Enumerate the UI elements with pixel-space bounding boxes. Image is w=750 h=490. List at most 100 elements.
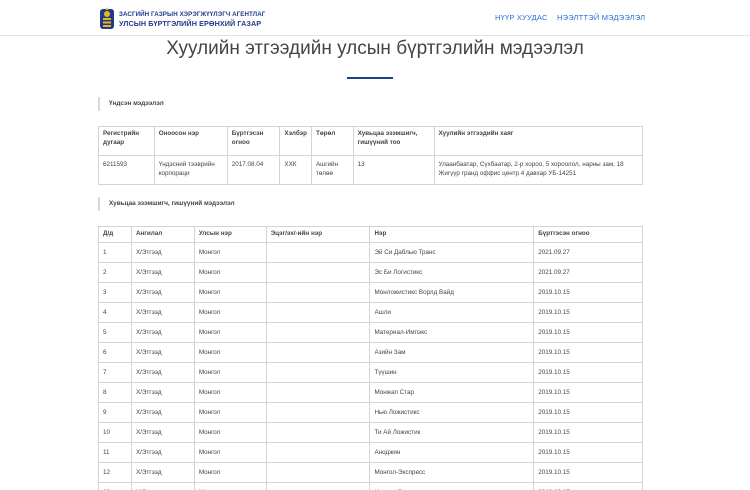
site-header: ЗАСГИЙН ГАЗРЫН ХЭРЭГЖҮҮЛЭГЧ АГЕНТЛАГ УЛС… — [0, 0, 750, 36]
country-cell: Монгол — [193, 402, 267, 423]
name-cell: Монжап Стар — [369, 382, 535, 403]
parent-name-cell — [265, 302, 371, 323]
parent-name-cell — [265, 442, 371, 463]
date-cell: 2019.10.15 — [533, 322, 643, 343]
col-country: Улсын нэр — [193, 226, 267, 243]
company-type: Ашгийн төлөө — [310, 155, 354, 185]
country-cell: Монгол — [193, 382, 267, 403]
date-cell: 2021.09.27 — [533, 262, 643, 283]
parent-name-cell — [265, 362, 371, 383]
table-row: 4 Х/Этгээд Монгол Ашли 2019.10.15 — [98, 302, 643, 323]
col-index: Д/д — [98, 226, 132, 243]
table-row: 3 Х/Этгээд Монгол Монложистикс Ворлд Вайд 20… — [98, 282, 643, 303]
category-cell: Х/Этгээд — [130, 242, 195, 263]
table-row: 7 Х/Этгээд Монгол Түүшин 2019.10.15 — [98, 362, 643, 383]
country-cell: Монгол — [193, 262, 267, 283]
nav-home-link[interactable]: НҮҮР ХУУДАС — [495, 13, 548, 22]
name-cell: Монгол-Экспресс — [369, 462, 535, 483]
category-cell: Х/Этгээд — [130, 402, 195, 423]
logo-text[interactable]: ЗАСГИЙН ГАЗРЫН ХЭРЭГЖҮҮЛЭГЧ АГЕНТЛАГ УЛС… — [119, 10, 265, 28]
company-form: ХХК — [279, 155, 312, 185]
parent-name-cell — [265, 342, 371, 363]
parent-name-cell — [265, 382, 371, 403]
basic-info-section-title: Үндсэн мэдээлэл — [98, 97, 164, 111]
name-cell: Аноджин — [369, 442, 535, 463]
basic-info-row: 6211593 Үндэсний тээврийн корпораци 2017… — [98, 155, 643, 185]
category-cell: Х/Этгээд — [130, 382, 195, 403]
date-cell: 2019.10.15 — [533, 402, 643, 423]
table-row: 9 Х/Этгээд Монгол Нью Ложистикс 2019.10.15 — [98, 402, 643, 423]
index-cell: 6 — [98, 342, 132, 363]
date-cell: 2019.10.15 — [533, 382, 643, 403]
date-cell: 2021.09.27 — [533, 242, 643, 263]
parent-name-cell — [265, 422, 371, 443]
company-address: Улаанбаатар, Сүхбаатар, 2-р хороо, 5 хор… — [433, 155, 643, 185]
country-cell: Монгол — [193, 482, 267, 490]
parent-name-cell — [265, 402, 371, 423]
name-cell: Монложистикс Ворлд Вайд — [369, 282, 535, 303]
category-cell: Х/Этгээд — [130, 322, 195, 343]
table-row: 10 Х/Этгээд Монгол Ти Ай Ложистик 2019.10.15 — [98, 422, 643, 443]
title-underline — [347, 77, 393, 79]
parent-name-cell — [265, 462, 371, 483]
table-row: 6 Х/Этгээд Монгол Азийн Зам 2019.10.15 — [98, 342, 643, 363]
table-row: 11 Х/Этгээд Монгол Аноджин 2019.10.15 — [98, 442, 643, 463]
basic-info-header-row: Регистрийн дугаар Оноосон нэр Бүртгэсэн … — [98, 126, 643, 156]
soyombo-emblem-icon[interactable] — [98, 5, 116, 31]
index-cell: 3 — [98, 282, 132, 303]
index-cell: 9 — [98, 402, 132, 423]
table-row: 12 Х/Этгээд Монгол Монгол-Экспресс 2019.10.1… — [98, 462, 643, 483]
col-registered-date: Бүртгэсэн огноо — [226, 126, 281, 156]
category-cell: Х/Этгээд — [130, 282, 195, 303]
index-cell: 1 — [98, 242, 132, 263]
category-cell: Х/Этгээд — [130, 422, 195, 443]
table-row: 2 Х/Этгээд Монгол Эс Би Логистикс 2021.09.27 — [98, 262, 643, 283]
shareholders-section-title: Хувьцаа эзэмшигч, гишүүний мэдээлэл — [98, 197, 235, 211]
shareholder-count: 13 — [352, 155, 435, 185]
category-cell: Х/Этгээд — [130, 462, 195, 483]
name-cell: Ти Ай Ложистик — [369, 422, 535, 443]
table-row: 1 Х/Этгээд Монгол Эй Си Даблью Транс 2021.09… — [98, 242, 643, 263]
parent-name-cell — [265, 242, 371, 263]
shareholders-table: Д/д Ангилал Улсын нэр Эцэг/эх/-ийн нэр Н… — [98, 226, 643, 490]
col-category: Ангилал — [130, 226, 195, 243]
country-cell: Монгол — [193, 282, 267, 303]
category-cell: Х/Этгээд — [130, 362, 195, 383]
name-cell: Эй Си Даблью Транс — [369, 242, 535, 263]
name-cell: Ашли — [369, 302, 535, 323]
index-cell: 7 — [98, 362, 132, 383]
basic-info-table: Регистрийн дугаар Оноосон нэр Бүртгэсэн … — [98, 126, 643, 185]
col-register-number: Регистрийн дугаар — [98, 126, 155, 156]
category-cell: Х/Этгээд — [130, 482, 195, 490]
country-cell: Монгол — [193, 242, 267, 263]
category-cell: Х/Этгээд — [130, 302, 195, 323]
country-cell: Монгол — [193, 302, 267, 323]
name-cell: Азийн Зам — [369, 342, 535, 363]
date-cell: 2019.10.15 — [533, 422, 643, 443]
index-cell: 2 — [98, 262, 132, 283]
name-cell: Эс Би Логистикс — [369, 262, 535, 283]
col-form: Хэлбэр — [279, 126, 312, 156]
parent-name-cell — [265, 282, 371, 303]
date-cell: 2019.10.15 — [533, 442, 643, 463]
col-address: Хуулийн этгээдийн хаяг — [433, 126, 643, 156]
table-row: 13Х/ЭтгээдМонгол Илинкс-Экспресс2019.10.1… — [98, 482, 643, 490]
registered-date: 2017.08.04 — [226, 155, 281, 185]
country-cell: Монгол — [193, 442, 267, 463]
country-cell: Монгол — [193, 322, 267, 343]
index-cell: 8 — [98, 382, 132, 403]
name-cell: Материал-Импэкс — [369, 322, 535, 343]
index-cell: 5 — [98, 322, 132, 343]
table-row: 8 Х/Этгээд Монгол Монжап Стар 2019.10.15 — [98, 382, 643, 403]
date-cell: 2019.10.15 — [533, 302, 643, 323]
nav-open-info-link[interactable]: НЭЭЛТТЭЙ МЭДЭЭЛЭЛ — [557, 13, 645, 22]
date-cell: 2019.10.15 — [533, 342, 643, 363]
index-cell: 11 — [98, 442, 132, 463]
date-cell: 2019.10.15 — [533, 462, 643, 483]
date-cell: 2019.10.15 — [533, 282, 643, 303]
table-row: 5 Х/Этгээд Монгол Материал-Импэкс 2019.10.15 — [98, 322, 643, 343]
country-cell: Монгол — [193, 422, 267, 443]
country-cell: Монгол — [193, 462, 267, 483]
country-cell: Монгол — [193, 362, 267, 383]
index-cell: 4 — [98, 302, 132, 323]
